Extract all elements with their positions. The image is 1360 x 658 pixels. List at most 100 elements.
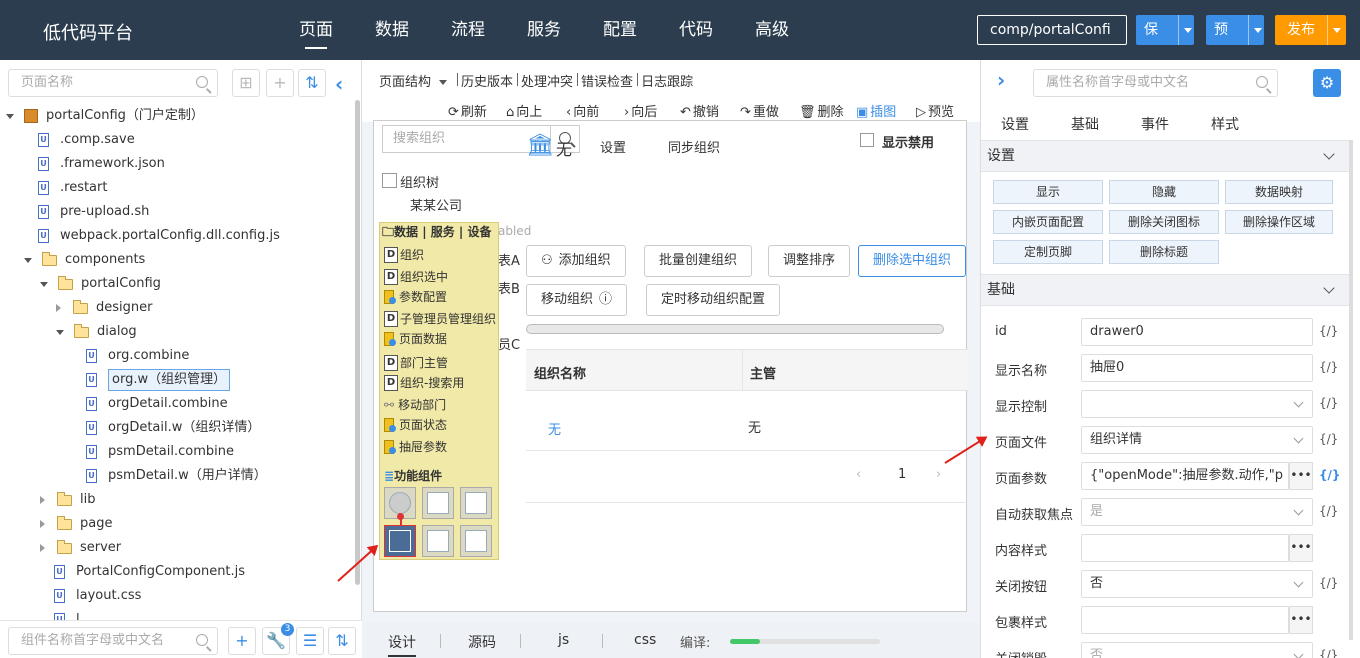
collapsed-triangle-icon[interactable] xyxy=(40,496,45,504)
palette-item[interactable]: D 组织 xyxy=(384,245,424,265)
palette-item[interactable]: 页面数据 xyxy=(384,329,447,349)
palette-item[interactable]: 参数配置 xyxy=(384,287,447,307)
right-scrollbar[interactable] xyxy=(1349,140,1353,640)
tree-item[interactable]: U PortalConfigComponent.js xyxy=(54,560,245,584)
grid-header-org-name[interactable]: 组织名称 xyxy=(534,363,586,382)
wrench-icon[interactable]: 🔧 3 xyxy=(262,623,294,655)
org-tree-checkbox[interactable] xyxy=(382,173,397,188)
prop-input[interactable]: 否 xyxy=(1081,642,1313,658)
tab-page-structure[interactable]: 页面结构 xyxy=(376,71,450,90)
section-basic[interactable]: 基础 xyxy=(981,274,1349,306)
prop-input[interactable] xyxy=(1081,606,1289,634)
preview-tool-button[interactable]: ▷ 预览 xyxy=(916,101,954,120)
refresh-button[interactable]: ⟳ 刷新 xyxy=(448,101,487,120)
tree-folder[interactable]: components xyxy=(24,248,145,272)
tree-item[interactable]: Uorg.combine xyxy=(86,344,189,368)
expression-toggle[interactable]: {/} xyxy=(1319,504,1338,518)
more-options-icon[interactable]: ••• xyxy=(1289,462,1313,490)
adjust-order-button[interactable]: 调整排序 xyxy=(768,245,851,277)
expression-toggle[interactable]: {/} xyxy=(1319,396,1338,410)
batch-create-org-button[interactable]: 批量创建组织 xyxy=(644,245,753,277)
add-icon[interactable]: + xyxy=(266,69,294,97)
setting-show-button[interactable]: 显示 xyxy=(993,180,1103,204)
tab-conflict[interactable]: 处理冲突 xyxy=(517,71,576,90)
collapsed-triangle-icon[interactable] xyxy=(56,304,61,312)
tree-folder[interactable]: page xyxy=(40,512,112,536)
tree-folder[interactable]: lib xyxy=(40,488,95,512)
table-row[interactable]: 无 无 xyxy=(526,391,968,451)
expression-toggle[interactable]: {/} xyxy=(1319,360,1338,374)
sync-org-label[interactable]: 同步组织 xyxy=(668,137,720,156)
collapsed-triangle-icon[interactable] xyxy=(40,544,45,552)
expanded-triangle-icon[interactable] xyxy=(56,329,64,335)
palette-panel-component[interactable] xyxy=(422,487,454,519)
tree-item[interactable]: Ulayout.css xyxy=(54,584,141,608)
back-button[interactable]: ‹ 向前 xyxy=(566,101,599,120)
prop-input[interactable]: 抽屉0 xyxy=(1081,354,1313,382)
page-search-input[interactable]: 页面名称 xyxy=(8,69,218,97)
nav-item-service[interactable]: 服务 xyxy=(506,0,582,60)
tree-item[interactable]: U .comp.save xyxy=(38,128,135,152)
tree-item[interactable]: UorgDetail.w（组织详情） xyxy=(86,416,260,440)
collapsed-triangle-icon[interactable] xyxy=(40,520,45,528)
tab-log[interactable]: 日志跟踪 xyxy=(637,71,696,90)
palette-item[interactable]: D 子管理员管理组织 xyxy=(384,309,496,329)
up-button[interactable]: ⌂ 向上 xyxy=(506,101,542,120)
more-options-icon[interactable]: ••• xyxy=(1289,534,1313,562)
section-settings[interactable]: 设置 xyxy=(981,140,1349,172)
tree-item[interactable]: Upre-upload.sh xyxy=(38,200,149,224)
redo-button[interactable]: ↷ 重做 xyxy=(740,101,779,120)
setting-embedded-page-button[interactable]: 内嵌页面配置 xyxy=(993,210,1103,234)
nav-item-data[interactable]: 数据 xyxy=(354,0,430,60)
tree-item[interactable]: U .restart xyxy=(38,176,107,200)
component-search-input[interactable]: 组件名称首字母或中文名 xyxy=(8,627,218,655)
expand-right-icon[interactable]: › xyxy=(997,68,1005,92)
tab-basic[interactable]: 基础 xyxy=(1071,114,1099,134)
delete-selected-org-button[interactable]: 删除选中组织 xyxy=(858,245,967,277)
preview-button[interactable]: 预览 xyxy=(1206,15,1264,45)
settings-label[interactable]: 设置 xyxy=(600,137,626,156)
canvas-hscrollbar[interactable] xyxy=(526,324,944,334)
move-org-button[interactable]: 移动组织 ⓘ xyxy=(526,284,628,316)
tree-folder[interactable]: dialog xyxy=(56,320,137,344)
undo-button[interactable]: ↶ 撤销 xyxy=(680,101,719,120)
prev-page-icon[interactable]: ‹ xyxy=(856,467,861,482)
forward-button[interactable]: › 向后 xyxy=(624,101,657,120)
tree-folder[interactable]: server xyxy=(40,536,121,560)
tree-item[interactable]: U .framework.json xyxy=(38,152,165,176)
tab-error-check[interactable]: 错误检查 xyxy=(577,71,636,90)
list-indent-icon[interactable]: ☰ xyxy=(296,627,324,655)
scheduled-move-config-button[interactable]: 定时移动组织配置 xyxy=(646,284,781,316)
tab-css[interactable]: css xyxy=(634,632,656,648)
sort-icon[interactable]: ⇅ xyxy=(328,627,356,655)
palette-drawer-component[interactable] xyxy=(384,525,416,557)
tab-source[interactable]: 源码 xyxy=(468,632,496,652)
gear-icon[interactable]: ⚙ xyxy=(1313,69,1341,97)
expression-toggle[interactable]: {/} xyxy=(1319,324,1338,338)
add-component-icon[interactable]: + xyxy=(228,627,256,655)
setting-data-mapping-button[interactable]: 数据映射 xyxy=(1225,180,1333,204)
palette-popup-component[interactable] xyxy=(460,525,492,557)
insert-image-button[interactable]: ▣ 插图 xyxy=(856,101,896,120)
tab-styles[interactable]: 样式 xyxy=(1211,114,1239,134)
tree-item[interactable]: Uorg.w（组织管理） xyxy=(86,368,231,392)
publish-dropdown-icon[interactable] xyxy=(1327,15,1345,45)
palette-item[interactable]: 页面状态 xyxy=(384,415,447,435)
palette-dialog-component[interactable] xyxy=(422,525,454,557)
palette-item[interactable]: D 组织选中 xyxy=(384,267,448,287)
palette-item[interactable]: 抽屉参数 xyxy=(384,437,447,457)
nav-item-code[interactable]: 代码 xyxy=(658,0,734,60)
palette-item[interactable]: ⚯ 移动部门 xyxy=(384,395,446,415)
expression-toggle[interactable]: {/} xyxy=(1319,432,1338,446)
nav-item-flow[interactable]: 流程 xyxy=(430,0,506,60)
tab-design[interactable]: 设计 xyxy=(388,632,416,657)
grid-header-manager[interactable]: 主管 xyxy=(750,363,776,382)
tab-history[interactable]: 历史版本 xyxy=(457,71,516,90)
prop-input[interactable]: 否 xyxy=(1081,570,1313,598)
setting-hide-button[interactable]: 隐藏 xyxy=(1109,180,1219,204)
nav-item-config[interactable]: 配置 xyxy=(582,0,658,60)
collapse-left-icon[interactable]: ‹ xyxy=(335,72,343,96)
expression-toggle[interactable]: {/} xyxy=(1319,648,1338,658)
setting-custom-footer-button[interactable]: 定制页脚 xyxy=(993,240,1103,264)
table-cell-org-name[interactable]: 无 xyxy=(548,419,561,438)
